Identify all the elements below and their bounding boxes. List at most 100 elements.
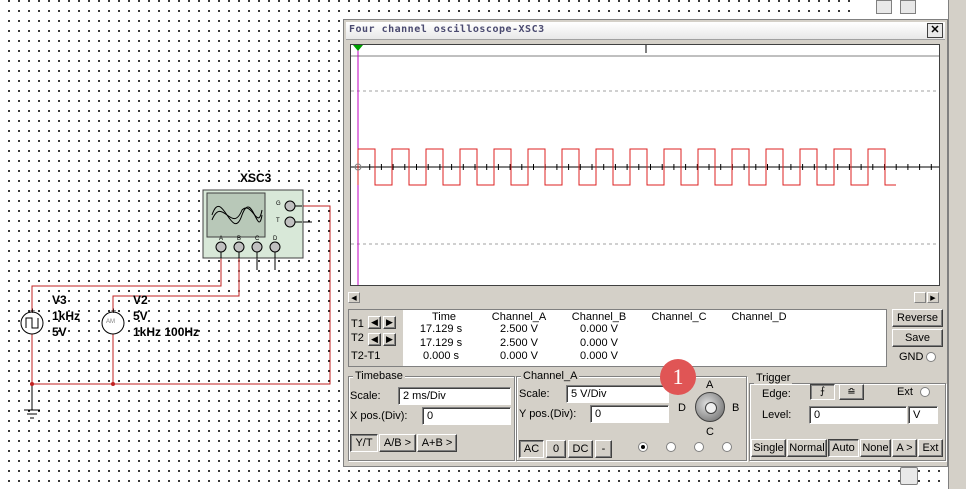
v3-amplitude: 5V	[52, 325, 67, 339]
v2-amplitude: 5V	[133, 309, 148, 323]
trigger-normal-button[interactable]: Normal	[787, 439, 827, 457]
save-button[interactable]: Save	[892, 329, 943, 347]
channel-selector-knob-icon[interactable]	[695, 392, 725, 422]
channel-b-radio[interactable]	[666, 442, 676, 452]
trigger-none-button[interactable]: None	[860, 439, 891, 457]
trigger-edge-label: Edge:	[762, 388, 791, 400]
trigger-title: Trigger	[754, 372, 793, 384]
coupling-zero-button[interactable]: 0	[546, 440, 566, 458]
oscilloscope-window: Four channel oscilloscope-XSC3 ✕ ◀ ▶ T1 …	[343, 19, 948, 467]
t2-channel-a: 2.500 V	[500, 337, 538, 349]
t1-channel-a: 2.500 V	[500, 323, 538, 335]
timebase-scale-label: Scale:	[350, 390, 381, 402]
trigger-ext-button[interactable]: Ext	[918, 439, 943, 457]
mode-ab-button[interactable]: A/B >	[379, 434, 416, 452]
t2-left-arrow-icon[interactable]: ◀	[368, 333, 381, 346]
row-label-t2-t1: T2-T1	[351, 350, 381, 362]
v2-name: V2	[133, 293, 148, 307]
scope-terminal-d-label: D	[273, 236, 278, 242]
channel-c-radio[interactable]	[694, 442, 704, 452]
rising-edge-button[interactable]: ⨍	[810, 384, 835, 400]
mode-a-plus-b-button[interactable]: A+B >	[417, 434, 457, 452]
scope-terminal-c-label: C	[255, 236, 260, 242]
knob-label-d: D	[678, 402, 686, 414]
trigger-ext-radio[interactable]	[920, 387, 930, 397]
toolbar-icon[interactable]	[900, 0, 916, 14]
annotation-badge: 1	[660, 359, 696, 395]
channel-scale-label: Scale:	[519, 388, 550, 400]
gnd-terminal[interactable]	[926, 352, 936, 362]
trigger-level-field[interactable]: 0	[809, 406, 907, 424]
circuit-wires: + +	[20, 189, 331, 419]
toolbar-icon[interactable]	[876, 0, 892, 14]
mode-yt-button[interactable]: Y/T	[350, 434, 378, 452]
trigger-level-unit[interactable]: V	[908, 406, 938, 424]
channel-d-radio[interactable]	[722, 442, 732, 452]
falling-edge-button[interactable]: ⪮	[839, 384, 864, 400]
coupling-ac-button[interactable]: AC	[519, 440, 544, 458]
gnd-label: GND	[899, 351, 924, 363]
channel-ypos-label: Y pos.(Div):	[519, 408, 577, 420]
channel-ypos-field[interactable]: 0	[590, 405, 669, 423]
cursor-readout-panel: T1 T2 T2-T1 ◀ ▶ ◀ ▶ Time Channel_A Chann…	[348, 309, 887, 367]
svg-text:+: +	[30, 306, 35, 316]
timebase-scale-field[interactable]: 2 ms/Div	[398, 387, 511, 405]
diff-channel-b: 0.000 V	[580, 350, 618, 362]
coupling-dc-button[interactable]: DC	[568, 440, 593, 458]
scope-terminal-b-label: B	[237, 236, 242, 242]
row-label-t1: T1	[351, 318, 364, 330]
svg-text:+: +	[111, 306, 116, 316]
channel-scale-field[interactable]: 5 V/Div	[566, 385, 669, 403]
scroll-thumb[interactable]	[914, 292, 926, 303]
t2-time: 17.129 s	[419, 337, 463, 349]
time-scrollbar[interactable]: ◀ ▶	[348, 292, 945, 304]
t2-channel-b: 0.000 V	[580, 337, 618, 349]
scope-terminal-a-label: A	[219, 236, 224, 242]
close-button[interactable]: ✕	[927, 23, 943, 38]
timebase-title: Timebase	[353, 370, 405, 382]
right-panel-strip	[948, 0, 966, 489]
instrument-icon[interactable]	[900, 467, 918, 485]
header-channel-d: Channel_D	[731, 311, 787, 323]
diff-channel-a: 0.000 V	[500, 350, 538, 362]
header-channel-b: Channel_B	[571, 311, 627, 323]
knob-label-b: B	[732, 402, 740, 414]
window-title: Four channel oscilloscope-XSC3	[349, 24, 545, 35]
t1-left-arrow-icon[interactable]: ◀	[368, 316, 381, 329]
knob-center	[705, 402, 717, 414]
trigger-single-button[interactable]: Single	[751, 439, 786, 457]
timebase-xpos-label: X pos.(Div):	[350, 410, 408, 422]
channel-title: Channel_A	[521, 370, 580, 382]
scope-display[interactable]	[350, 44, 940, 286]
v2-frequency: 1kHz 100Hz	[133, 325, 200, 339]
row-label-t2: T2	[351, 332, 364, 344]
scope-waveform-plot	[351, 45, 939, 285]
diff-time: 0.000 s	[422, 350, 460, 362]
t1-channel-b: 0.000 V	[580, 323, 618, 335]
window-titlebar[interactable]: Four channel oscilloscope-XSC3 ✕	[346, 22, 945, 40]
knob-label-c: C	[706, 426, 714, 438]
header-time: Time	[431, 311, 457, 323]
t1-time: 17.129 s	[419, 323, 463, 335]
v3-frequency: 1kHz	[52, 309, 81, 323]
channel-a-radio[interactable]	[638, 442, 648, 452]
scope-component-label: XSC3	[240, 171, 272, 185]
scope-terminal-g-label: G	[276, 201, 281, 207]
v3-name: V3	[52, 293, 67, 307]
trigger-ext-label: Ext	[897, 386, 913, 398]
header-channel-a: Channel_A	[491, 311, 547, 323]
invert-button[interactable]: -	[595, 440, 612, 458]
trigger-a-button[interactable]: A >	[892, 439, 917, 457]
reverse-button[interactable]: Reverse	[892, 309, 943, 327]
t1-right-arrow-icon[interactable]: ▶	[383, 316, 396, 329]
v2-symbol-label: AM	[106, 319, 115, 325]
scroll-left-button[interactable]: ◀	[348, 292, 360, 303]
scope-terminal-t-label: T	[276, 218, 280, 224]
trigger-auto-button[interactable]: Auto	[828, 439, 859, 457]
t2-right-arrow-icon[interactable]: ▶	[383, 333, 396, 346]
scroll-right-button[interactable]: ▶	[927, 292, 939, 303]
timebase-xpos-field[interactable]: 0	[422, 407, 511, 425]
header-channel-c: Channel_C	[651, 311, 707, 323]
trigger-level-label: Level:	[762, 409, 792, 421]
knob-label-a: A	[706, 379, 714, 391]
